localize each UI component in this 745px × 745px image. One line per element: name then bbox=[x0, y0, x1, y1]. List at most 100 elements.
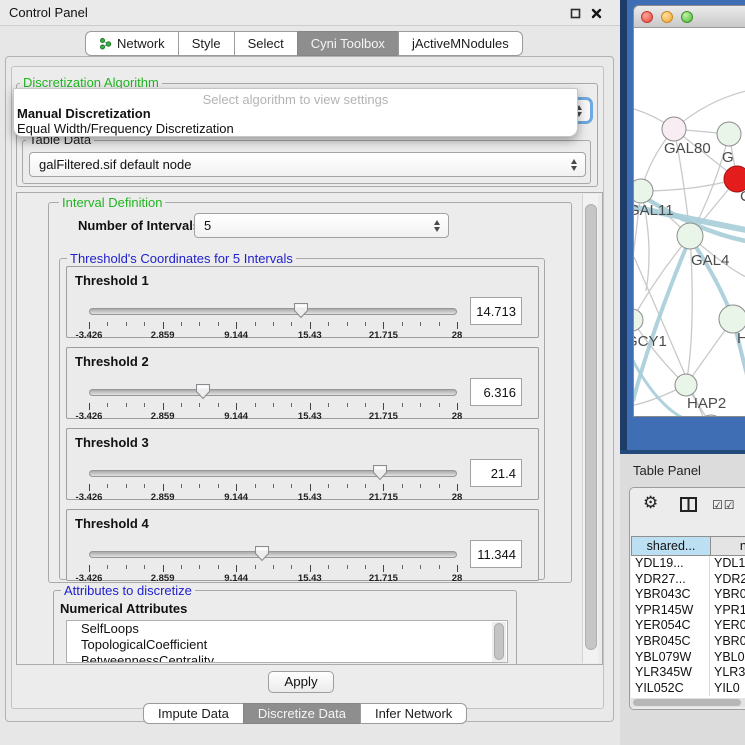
scrollbar-thumb[interactable] bbox=[494, 623, 504, 660]
tick-mark bbox=[310, 322, 311, 329]
close-traffic-light-icon[interactable] bbox=[641, 11, 653, 23]
tab-jactivemnodules[interactable]: jActiveMNodules bbox=[398, 31, 523, 56]
tick-mark bbox=[347, 484, 348, 488]
tab-discretize-data[interactable]: Discretize Data bbox=[243, 703, 361, 724]
network-node-g[interactable] bbox=[717, 122, 741, 146]
number-of-intervals-combobox[interactable]: 5 bbox=[194, 213, 449, 238]
top-tab-bar: NetworkStyleSelectCyni ToolboxjActiveMNo… bbox=[85, 31, 523, 56]
network-node-h[interactable] bbox=[719, 305, 745, 333]
threshold-slider[interactable]: -3.4262.8599.14415.4321.71528 bbox=[89, 303, 457, 339]
tick-mark bbox=[126, 403, 127, 407]
table-row[interactable]: YBR043CYBR0 bbox=[631, 587, 745, 603]
table-horizontal-scrollbar[interactable] bbox=[631, 698, 745, 707]
tab-impute-data[interactable]: Impute Data bbox=[143, 703, 244, 724]
slider-thumb[interactable] bbox=[372, 464, 388, 481]
tick-mark bbox=[163, 322, 164, 329]
dropdown-option-manual-discretization[interactable]: Manual Discretization bbox=[14, 106, 577, 121]
select-columns-checkbox-icons[interactable]: ☑☑ bbox=[712, 498, 736, 512]
tick-mark bbox=[144, 484, 145, 488]
table-row[interactable]: YBR045CYBR0 bbox=[631, 634, 745, 650]
slider-scale: -3.4262.8599.14415.4321.71528 bbox=[89, 492, 457, 504]
slider-track[interactable] bbox=[89, 470, 457, 477]
threshold-slider[interactable]: -3.4262.8599.14415.4321.71528 bbox=[89, 465, 457, 501]
scrollbar-thumb[interactable] bbox=[633, 699, 741, 706]
slider-track[interactable] bbox=[89, 389, 457, 396]
threshold-slider[interactable]: -3.4262.8599.14415.4321.71528 bbox=[89, 384, 457, 420]
threshold-value-field[interactable] bbox=[470, 459, 522, 487]
network-node-gal80[interactable] bbox=[662, 117, 686, 141]
table-panel-title: Table Panel bbox=[633, 463, 701, 478]
threshold-value-field[interactable] bbox=[470, 540, 522, 568]
thresholds-group-title: Threshold's Coordinates for 5 Intervals bbox=[67, 252, 296, 266]
apply-button[interactable]: Apply bbox=[268, 671, 334, 693]
tick-mark bbox=[383, 484, 384, 491]
threshold-label: Threshold 3 bbox=[75, 435, 149, 450]
tick-mark bbox=[107, 322, 108, 326]
network-node-hap2[interactable] bbox=[675, 374, 697, 396]
network-node-gal4[interactable] bbox=[677, 223, 703, 249]
tab-select[interactable]: Select bbox=[234, 31, 298, 56]
table-row[interactable]: YPR145WYPR1 bbox=[631, 603, 745, 619]
attribute-item[interactable]: BetweennessCentrality bbox=[67, 653, 507, 663]
numerical-attributes-label: Numerical Attributes bbox=[60, 601, 187, 616]
column-header-shared-name[interactable]: shared... bbox=[631, 536, 711, 556]
tab-label: Impute Data bbox=[158, 706, 229, 721]
slider-track[interactable] bbox=[89, 308, 457, 315]
table-row[interactable]: YBL079WYBL0 bbox=[631, 650, 745, 666]
gear-icon[interactable]: ⚙ bbox=[643, 493, 658, 513]
settings-vertical-scrollbar[interactable] bbox=[582, 194, 598, 663]
slider-scale: -3.4262.8599.14415.4321.71528 bbox=[89, 330, 457, 342]
table-row[interactable]: YLR345WYLR3 bbox=[631, 665, 745, 681]
attributes-scrollbar[interactable] bbox=[492, 622, 506, 663]
slider-thumb[interactable] bbox=[293, 302, 309, 319]
slider-thumb[interactable] bbox=[254, 545, 270, 562]
tab-style[interactable]: Style bbox=[178, 31, 235, 56]
float-window-icon[interactable] bbox=[570, 7, 582, 19]
network-canvas-svg[interactable]: GAL80GCGAL11GAL4GCY1HHAP2 bbox=[634, 29, 745, 417]
column-header-name[interactable]: name bbox=[711, 536, 745, 556]
slider-track[interactable] bbox=[89, 551, 457, 558]
tab-infer-network[interactable]: Infer Network bbox=[360, 703, 467, 724]
tick-mark bbox=[310, 403, 311, 410]
attribute-item[interactable]: SelfLoops bbox=[67, 621, 507, 637]
scale-label: 15.43 bbox=[298, 492, 322, 503]
tick-mark bbox=[420, 565, 421, 569]
tick-mark bbox=[291, 484, 292, 488]
scale-label: -3.426 bbox=[76, 492, 103, 503]
threshold-value-field[interactable] bbox=[470, 378, 522, 406]
table-row[interactable]: YER054CYER0 bbox=[631, 618, 745, 634]
tab-cyni-toolbox[interactable]: Cyni Toolbox bbox=[297, 31, 399, 56]
network-edge[interactable] bbox=[641, 179, 737, 191]
attribute-item[interactable]: TopologicalCoefficient bbox=[67, 637, 507, 653]
table-row[interactable]: YDL19...YDL1 bbox=[631, 556, 745, 572]
numerical-attributes-list[interactable]: SelfLoopsTopologicalCoefficientBetweenne… bbox=[66, 620, 508, 663]
dropdown-option-equal-width-frequency[interactable]: Equal Width/Frequency Discretization bbox=[14, 121, 577, 136]
table-row[interactable]: YIL052CYIL0 bbox=[631, 681, 745, 697]
slider-thumb[interactable] bbox=[195, 383, 211, 400]
column-layout-icon[interactable] bbox=[680, 497, 697, 515]
zoom-traffic-light-icon[interactable] bbox=[681, 11, 693, 23]
spinner-icon bbox=[434, 220, 440, 232]
table-header: shared... name bbox=[631, 536, 745, 556]
tab-label: Discretize Data bbox=[258, 706, 346, 721]
cell-shared-name: YER054C bbox=[631, 618, 710, 634]
tick-mark bbox=[89, 403, 90, 410]
threshold-value-field[interactable] bbox=[470, 297, 522, 325]
scale-label: 2.859 bbox=[151, 492, 175, 503]
tick-mark bbox=[365, 484, 366, 488]
network-window-titlebar[interactable] bbox=[634, 6, 745, 28]
dropdown-prompt: Select algorithm to view settings bbox=[14, 89, 577, 106]
table-data-combobox[interactable]: galFiltered.sif default node bbox=[29, 152, 586, 177]
tick-mark bbox=[273, 484, 274, 488]
tick-mark bbox=[218, 322, 219, 326]
table-row[interactable]: YDR27...YDR2 bbox=[631, 572, 745, 588]
minimize-traffic-light-icon[interactable] bbox=[661, 11, 673, 23]
close-icon[interactable] bbox=[591, 7, 603, 19]
tab-network[interactable]: Network bbox=[85, 31, 179, 56]
scrollbar-thumb[interactable] bbox=[585, 204, 597, 650]
cell-shared-name: YDR27... bbox=[631, 572, 710, 588]
network-node-gal11[interactable] bbox=[634, 179, 653, 203]
tick-mark bbox=[144, 565, 145, 569]
network-node-gcy1[interactable] bbox=[634, 309, 643, 331]
threshold-slider[interactable]: -3.4262.8599.14415.4321.71528 bbox=[89, 546, 457, 582]
